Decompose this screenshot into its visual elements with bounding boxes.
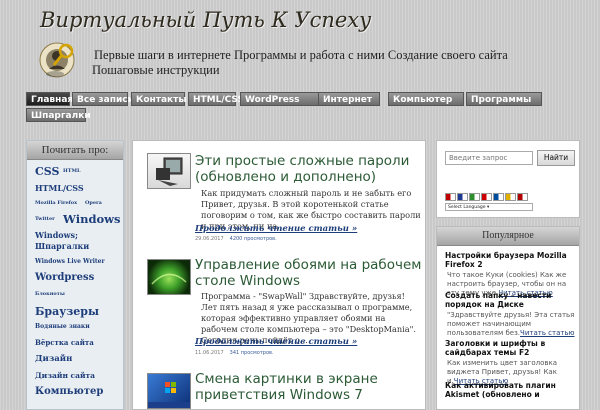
tag-link[interactable]: Twitter: [35, 216, 55, 222]
flag-icon[interactable]: [481, 193, 492, 201]
tag-link[interactable]: Водяные знаки: [35, 323, 90, 330]
popular-posts-widget: Популярное Настройки браузера Mozilla Fi…: [436, 226, 580, 410]
site-tagline: Первые шаги в интернете Программы и рабо…: [92, 48, 508, 77]
post-title-link[interactable]: Смена картинки в экране приветствия Wind…: [195, 371, 423, 403]
search-button[interactable]: Найти: [537, 150, 575, 166]
nav-item-all-posts[interactable]: Все записи: [72, 92, 134, 106]
tag-cloud-widget: Почитать про: CSS HTML HTML/CSS Mozilla …: [26, 140, 124, 410]
read-article-link[interactable]: Читать статью: [520, 329, 574, 337]
flag-icon[interactable]: [445, 193, 456, 201]
flag-icon[interactable]: [505, 193, 516, 201]
popular-post-link[interactable]: Создать папку – навести порядок на Диске: [445, 291, 577, 309]
popular-heading: Популярное: [437, 227, 579, 246]
post-date: 11.06.2017: [195, 350, 224, 356]
language-select-label: Select Language: [448, 205, 486, 210]
post-title-link[interactable]: Эти простые сложные пароли (обновлено и …: [195, 153, 423, 185]
tag-link[interactable]: HTML: [63, 168, 81, 174]
tag-cloud-heading: Почитать про:: [27, 141, 123, 160]
post-views: 4200 просмотров.: [229, 236, 277, 242]
nav-item-computer[interactable]: Компьютер: [388, 92, 464, 106]
tag-link[interactable]: Windows Live Writer: [35, 258, 105, 265]
tag-link[interactable]: Блокноты: [35, 291, 65, 297]
main-navigation: Главная Все записи Контакты HTML/CSS Wor…: [26, 92, 586, 132]
post-title-link[interactable]: Управление обоями на рабочем столе Windo…: [195, 257, 423, 289]
post-list: Эти простые сложные пароли (обновлено и …: [132, 140, 426, 410]
tag-link[interactable]: Вёрстка сайта: [35, 338, 94, 347]
post-meta: 29.06.2017 4200 просмотров.: [195, 236, 277, 242]
post-thumbnail[interactable]: [147, 259, 191, 295]
read-more-link[interactable]: Продолжить чтение статьи »: [195, 337, 357, 347]
tag-link[interactable]: Дизайн: [35, 354, 72, 364]
popular-post-excerpt: "Здравствуйте друзья! Эта статья поможет…: [447, 311, 575, 337]
tag-link[interactable]: Mozilla Firefox: [35, 200, 77, 206]
tag-link[interactable]: Дизайн сайта: [35, 371, 95, 380]
site-logo-icon[interactable]: [38, 40, 78, 80]
post-thumbnail[interactable]: [147, 153, 191, 189]
nav-item-html-css[interactable]: HTML/CSS: [188, 92, 244, 106]
flag-icon[interactable]: [493, 193, 504, 201]
popular-post-link[interactable]: Как активировать плагин Akismet (обновле…: [445, 381, 577, 399]
tag-link[interactable]: Компьютер: [35, 386, 103, 397]
flag-icon[interactable]: [517, 193, 528, 201]
language-select[interactable]: Select Language ▾: [445, 203, 533, 211]
nav-item-internet[interactable]: Интернет: [318, 92, 380, 106]
flag-icon[interactable]: [469, 193, 480, 201]
read-more-link[interactable]: Продолжить чтение статьи »: [195, 224, 357, 234]
post-date: 29.06.2017: [195, 236, 224, 242]
flag-icon[interactable]: [457, 193, 468, 201]
tag-link[interactable]: Wordpress: [35, 272, 94, 283]
nav-item-cheatsheets[interactable]: Шпаргалки: [26, 108, 91, 122]
nav-item-contacts[interactable]: Контакты: [131, 92, 187, 106]
tag-link[interactable]: HTML/CSS: [35, 183, 84, 193]
site-title[interactable]: Виртуальный Путь К Успеху: [40, 8, 371, 32]
tag-link[interactable]: Windows; Шпаргалки: [35, 230, 117, 252]
tag-link[interactable]: Opera: [85, 200, 102, 206]
post-thumbnail[interactable]: [147, 373, 191, 409]
search-input[interactable]: [445, 151, 533, 165]
tag-link[interactable]: CSS: [35, 165, 59, 178]
post-meta: 11.06.2017 341 просмотров.: [195, 350, 274, 356]
post-views: 341 просмотров.: [229, 350, 274, 356]
popular-post-link[interactable]: Настройки браузера Mozilla Firefox 2: [445, 251, 577, 269]
tag-link[interactable]: Браузеры: [35, 305, 99, 318]
popular-post-link[interactable]: Заголовки и шрифты в сайдбарах темы F2: [445, 339, 577, 357]
nav-item-programs[interactable]: Программы: [466, 92, 542, 106]
tag-link[interactable]: Windows: [63, 212, 121, 226]
nav-item-home[interactable]: Главная: [26, 92, 73, 106]
search-widget: Найти Select Language ▾: [436, 140, 580, 218]
